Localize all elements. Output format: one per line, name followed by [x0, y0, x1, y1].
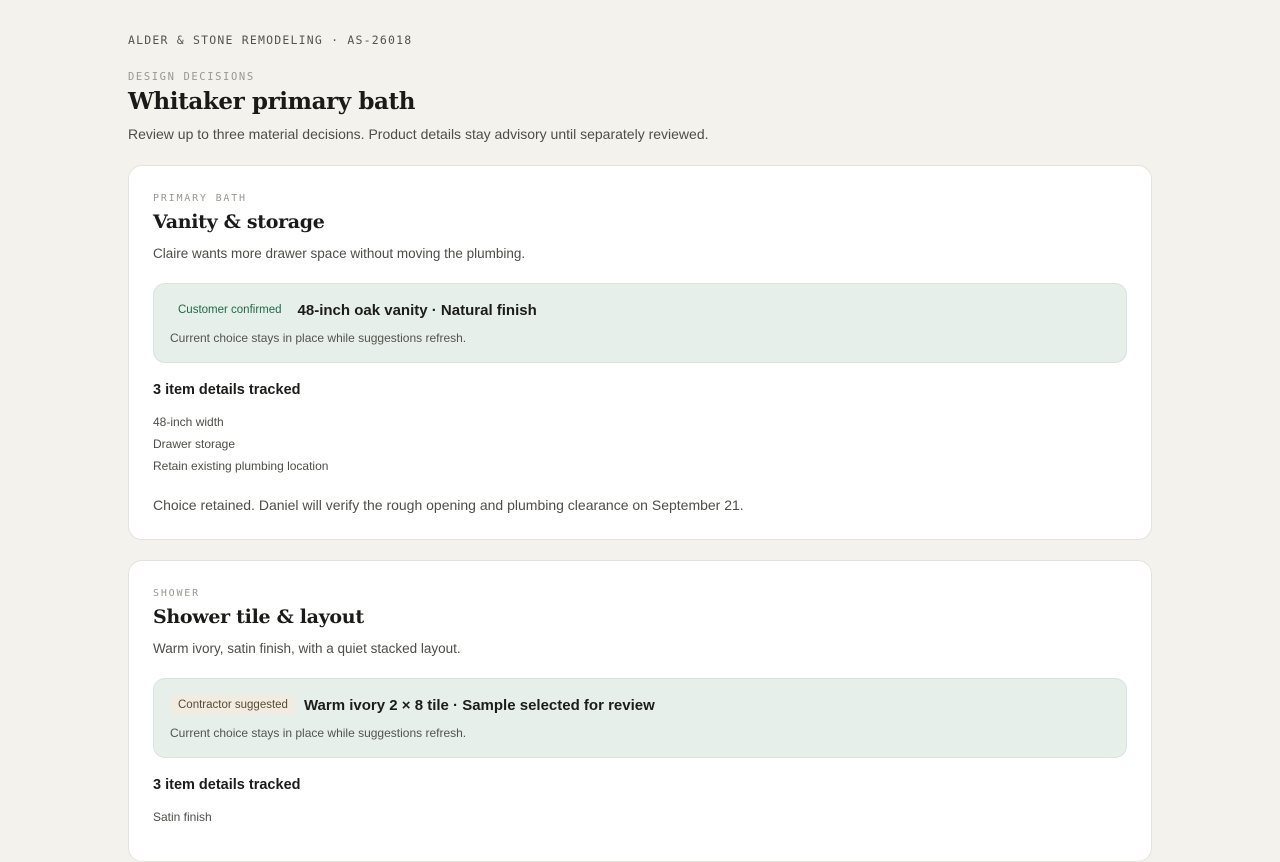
current-choice-row: Customer confirmed 48-inch oak vanity · …	[170, 300, 537, 320]
current-choice: Warm ivory 2 × 8 tile · Sample selected …	[303, 696, 655, 714]
current-choice-row: Contractor suggested Warm ivory 2 × 8 ti…	[170, 695, 655, 715]
list-item: Satin finish	[153, 810, 212, 824]
page-title: Whitaker primary bath	[128, 88, 416, 115]
tracked-details-heading: 3 item details tracked	[153, 777, 301, 793]
company-project-id: ALDER & STONE REMODELING · AS-26018	[128, 33, 413, 47]
decision-title: Shower tile & layout	[153, 606, 364, 628]
tracked-details-heading: 3 item details tracked	[153, 382, 301, 398]
decision-title: Vanity & storage	[153, 211, 325, 233]
tracked-details-list: Satin finish	[153, 809, 212, 831]
page-subtitle: Review up to three material decisions. P…	[128, 126, 709, 142]
decision-card-vanity: PRIMARY BATH Vanity & storage Claire wan…	[128, 165, 1152, 540]
choice-note: Current choice stays in place while sugg…	[170, 726, 467, 740]
choice-note: Current choice stays in place while sugg…	[170, 331, 467, 345]
status-badge: Customer confirmed	[170, 300, 290, 320]
section-eyebrow: DESIGN DECISIONS	[128, 71, 255, 83]
current-choice-panel: Customer confirmed 48-inch oak vanity · …	[153, 283, 1127, 363]
list-item: Retain existing plumbing location	[153, 459, 329, 473]
decision-card-shower: SHOWER Shower tile & layout Warm ivory, …	[128, 560, 1152, 862]
current-choice-panel: Contractor suggested Warm ivory 2 × 8 ti…	[153, 678, 1127, 758]
list-item: Drawer storage	[153, 437, 236, 451]
decision-description: Warm ivory, satin finish, with a quiet s…	[153, 641, 461, 656]
current-choice: 48-inch oak vanity · Natural finish	[297, 301, 537, 319]
decision-outcome: Choice retained. Daniel will verify the …	[153, 497, 744, 513]
decision-description: Claire wants more drawer space without m…	[153, 246, 526, 261]
decision-area: SHOWER	[153, 588, 200, 599]
decision-area: PRIMARY BATH	[153, 193, 247, 204]
status-badge: Contractor suggested	[170, 695, 296, 715]
list-item: 48-inch width	[153, 415, 224, 429]
tracked-details-list: 48-inch width Drawer storage Retain exis…	[153, 414, 328, 480]
